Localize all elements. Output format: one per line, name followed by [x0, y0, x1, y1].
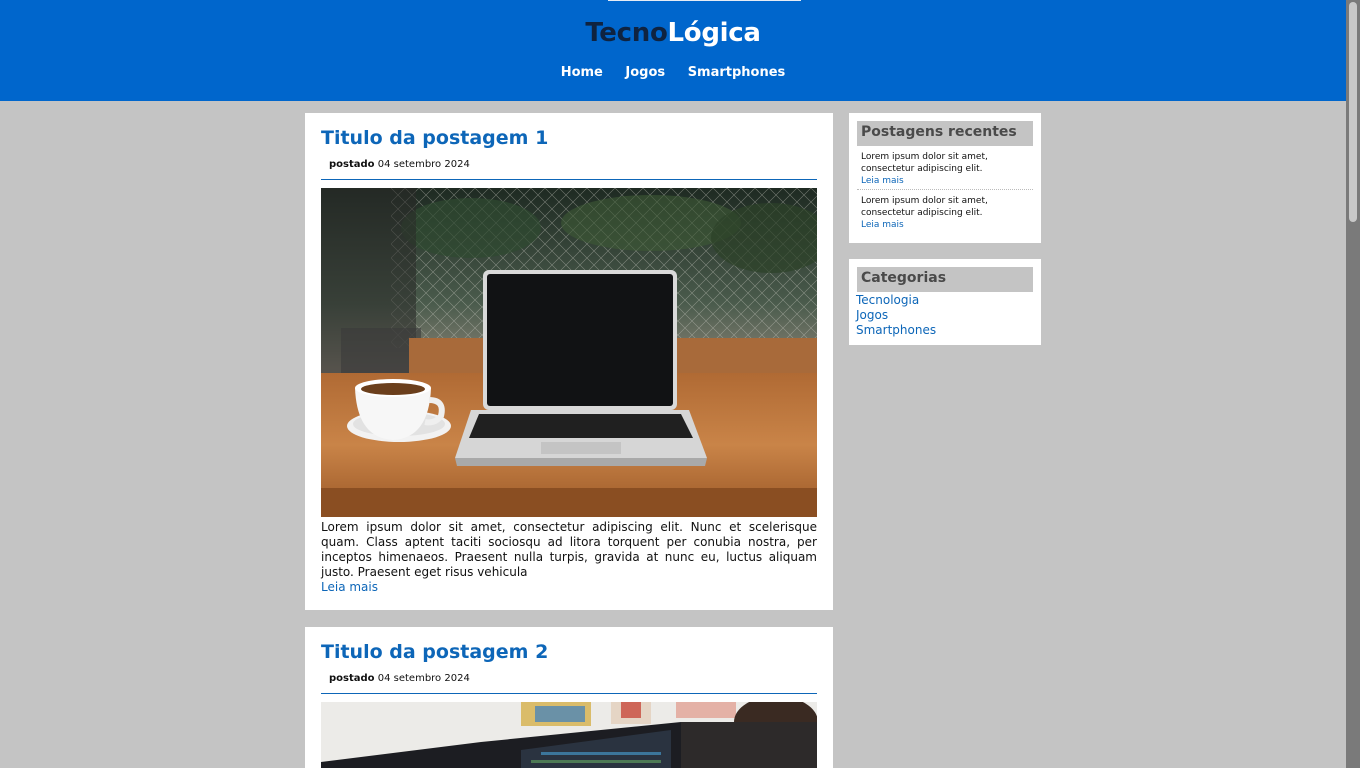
category-tecnologia[interactable]: Tecnologia — [856, 293, 1033, 308]
nav-home[interactable]: Home — [561, 65, 603, 80]
recent-post-text: Lorem ipsum dolor sit amet, consectetur … — [861, 196, 988, 218]
recent-post-read-more[interactable]: Leia mais — [861, 219, 1029, 231]
logo-part-1: Tecno — [585, 18, 668, 48]
post-image-laptop-coffee — [321, 188, 817, 517]
nav-smartphones[interactable]: Smartphones — [688, 65, 786, 80]
read-more-link[interactable]: Leia mais — [321, 580, 378, 594]
post-date: 04 setembro 2024 — [377, 159, 470, 170]
category-jogos[interactable]: Jogos — [856, 308, 1033, 323]
post-date: 04 setembro 2024 — [377, 673, 470, 684]
categories-widget: Categorias Tecnologia Jogos Smartphones — [849, 259, 1041, 345]
recent-post-item: Lorem ipsum dolor sit amet, consectetur … — [857, 146, 1033, 190]
post-divider — [321, 179, 817, 180]
widget-title: Postagens recentes — [857, 121, 1033, 146]
post-meta: postado 04 setembro 2024 — [329, 159, 470, 170]
header-top-line — [608, 0, 801, 1]
recent-post-text: Lorem ipsum dolor sit amet, consectetur … — [861, 152, 988, 174]
widget-title: Categorias — [857, 267, 1033, 292]
post-title[interactable]: Titulo da postagem 2 — [321, 641, 548, 663]
main-nav: Home Jogos Smartphones — [0, 65, 1346, 80]
page-scrollbar[interactable] — [1346, 0, 1360, 768]
site-logo[interactable]: TecnoLógica — [0, 18, 1346, 48]
post-excerpt: Lorem ipsum dolor sit amet, consectetur … — [321, 520, 817, 579]
logo-part-2: Lógica — [667, 18, 761, 48]
recent-post-item: Lorem ipsum dolor sit amet, consectetur … — [857, 190, 1033, 233]
post-meta-label: postado — [329, 159, 375, 170]
post-card: Titulo da postagem 1 postado 04 setembro… — [305, 113, 833, 610]
post-divider — [321, 693, 817, 694]
post-meta: postado 04 setembro 2024 — [329, 673, 470, 684]
post-card: Titulo da postagem 2 postado 04 setembro… — [305, 627, 833, 768]
post-image-monitor-desk — [321, 702, 817, 768]
category-smartphones[interactable]: Smartphones — [856, 323, 1033, 338]
recent-posts-widget: Postagens recentes Lorem ipsum dolor sit… — [849, 113, 1041, 243]
post-meta-label: postado — [329, 673, 375, 684]
post-title[interactable]: Titulo da postagem 1 — [321, 127, 548, 149]
site-header: TecnoLógica Home Jogos Smartphones — [0, 0, 1346, 101]
scrollbar-thumb[interactable] — [1349, 2, 1357, 222]
recent-post-read-more[interactable]: Leia mais — [861, 175, 1029, 187]
category-list: Tecnologia Jogos Smartphones — [856, 292, 1033, 338]
nav-jogos[interactable]: Jogos — [625, 65, 665, 80]
